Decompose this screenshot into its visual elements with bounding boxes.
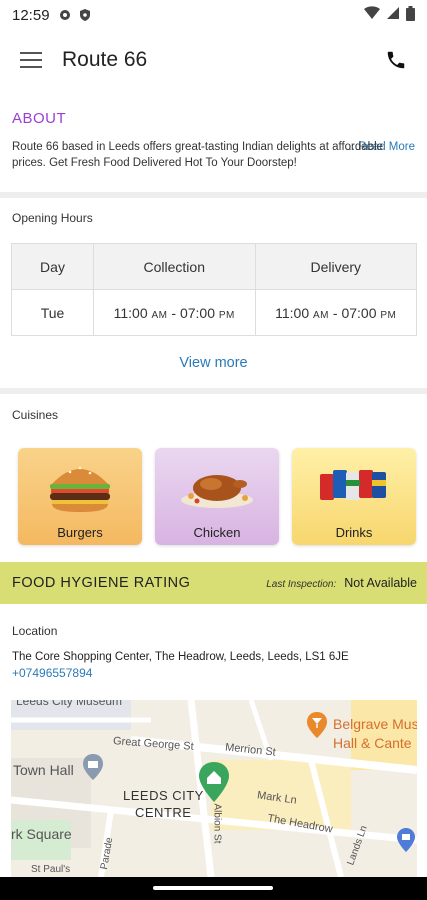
landmark-pin-icon [83, 754, 103, 780]
opening-hours-label: Opening Hours [12, 211, 93, 225]
about-text: Route 66 based in Leeds offers great-tas… [12, 139, 415, 171]
map-label: St Paul's [31, 864, 71, 875]
divider [0, 388, 427, 394]
wifi-icon [364, 6, 380, 24]
map-label: LEEDS CITY [123, 788, 204, 803]
map-label: Albion St [211, 803, 223, 844]
food-hygiene-banner: FOOD HYGIENE RATING Last Inspection: Not… [0, 562, 427, 604]
map-label: Leeds City Museum [16, 700, 123, 708]
menu-icon[interactable] [20, 52, 42, 68]
location-pin-icon [199, 762, 229, 802]
delivery-hours-cell: 11:00 AM - 07:00 PM [254, 289, 417, 336]
phone-number-link[interactable]: +07496557894 [12, 666, 92, 680]
gear-icon [58, 8, 72, 22]
table-row: Tue 11:00 AM - 07:00 PM 11:00 AM - 07:00… [11, 289, 417, 336]
status-time: 12:59 [12, 6, 50, 24]
cuisines-label: Cuisines [12, 408, 59, 422]
burger-icon [50, 466, 110, 512]
cuisine-card-burgers[interactable]: Burgers [18, 448, 142, 545]
roast-chicken-icon [181, 475, 253, 508]
shopping-pin-icon [397, 828, 415, 852]
view-more-link[interactable]: View more [0, 355, 427, 371]
cuisine-card-chicken[interactable]: Chicken [155, 448, 279, 545]
address-text: The Core Shopping Center, The Headrow, L… [12, 651, 349, 663]
app-bar: Route 66 [0, 30, 427, 90]
table-header-row: Day Collection Delivery [11, 243, 417, 290]
about-section: ABOUT Route 66 based in Leeds offers gre… [0, 110, 427, 171]
map-label: Hall & Cante [333, 735, 412, 751]
column-header-delivery: Delivery [254, 243, 417, 290]
location-map[interactable]: Leeds City Museum Great George St Merrio… [11, 700, 417, 877]
signal-icon [386, 6, 400, 24]
bar-pin-icon [307, 712, 327, 738]
home-gesture-handle[interactable] [153, 886, 273, 890]
last-inspection: Last Inspection: Not Available [266, 576, 417, 590]
soda-cans-icon [320, 470, 386, 500]
status-bar: 12:59 [0, 0, 427, 30]
hygiene-title: FOOD HYGIENE RATING [12, 575, 191, 591]
cuisine-card-drinks[interactable]: Drinks [292, 448, 416, 545]
page-title: Route 66 [62, 48, 148, 71]
map-label: Belgrave Mus [333, 716, 417, 732]
last-inspection-label: Last Inspection: [266, 579, 337, 590]
about-description: Route 66 based in Leeds offers great-tas… [12, 141, 384, 169]
location-label: Location [12, 624, 58, 638]
cuisine-label-burgers: Burgers [57, 525, 103, 540]
day-cell: Tue [11, 289, 94, 336]
column-header-day: Day [11, 243, 94, 290]
battery-icon [406, 5, 415, 25]
map-label: Town Hall [13, 762, 74, 778]
map-label: CENTRE [135, 805, 192, 820]
map-label: rk Square [11, 826, 72, 842]
cuisine-label-chicken: Chicken [193, 525, 241, 540]
column-header-collection: Collection [93, 243, 256, 290]
phone-icon[interactable] [385, 49, 407, 71]
divider [0, 192, 427, 198]
shield-icon [78, 8, 92, 22]
opening-hours-table: Day Collection Delivery Tue 11:00 AM - 0… [11, 243, 417, 336]
about-heading: ABOUT [12, 110, 67, 127]
cuisine-list: Burgers Chicken Drinks [18, 448, 416, 545]
collection-hours-cell: 11:00 AM - 07:00 PM [93, 289, 256, 336]
last-inspection-value: Not Available [344, 576, 417, 590]
cuisine-label-drinks: Drinks [335, 525, 373, 540]
system-navigation-bar [0, 877, 427, 900]
